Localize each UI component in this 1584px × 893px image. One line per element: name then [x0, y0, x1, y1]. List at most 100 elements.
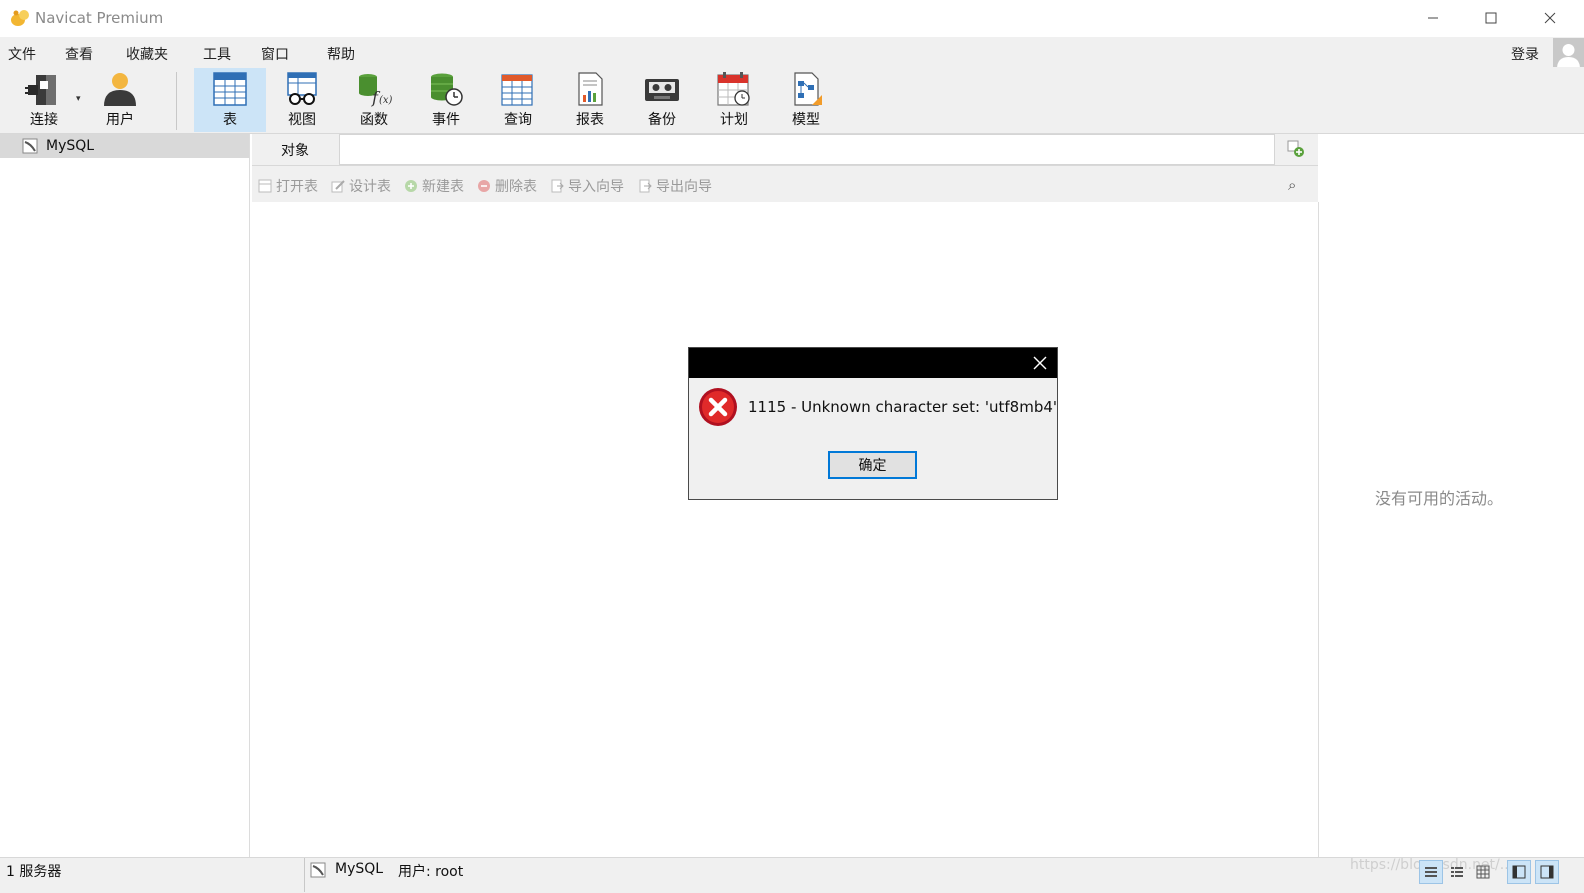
toolbar-function-button[interactable]: f (x) 函数: [338, 68, 410, 132]
detail-view-icon: [1451, 867, 1463, 877]
connection-plug-icon: [25, 75, 56, 105]
toolbar-label: 函数: [360, 112, 388, 128]
import-wizard-label: 导入向导: [568, 179, 624, 195]
maximize-button[interactable]: [1468, 0, 1514, 36]
error-message: 1115 - Unknown character set: 'utf8mb4': [748, 398, 1058, 416]
view-list-button[interactable]: [1419, 860, 1443, 884]
navicat-logo-icon: [10, 9, 30, 27]
no-activity-text: 没有可用的活动。: [1375, 489, 1504, 508]
mysql-connection-icon: [22, 138, 38, 154]
export-wizard-button[interactable]: 导出向导: [638, 176, 712, 196]
ok-button[interactable]: 确定: [828, 451, 917, 479]
search-icon[interactable]: ⌕: [1288, 176, 1296, 194]
view-detail-button[interactable]: [1445, 860, 1469, 884]
toolbar-label: 报表: [576, 112, 604, 128]
toolbar-label: 查询: [504, 112, 532, 128]
dialog-title-bar: [689, 348, 1057, 378]
svg-text:(x): (x): [379, 95, 393, 106]
toolbar-table-button[interactable]: 表: [194, 68, 266, 132]
query-icon: [501, 74, 533, 106]
toolbar-query-button[interactable]: 查询: [482, 68, 554, 132]
grid-view-icon: [1476, 865, 1490, 879]
delete-table-label: 删除表: [495, 179, 537, 195]
design-table-button[interactable]: 设计表: [331, 176, 391, 196]
user-icon: [104, 73, 136, 106]
nav-pane-icon: [1512, 865, 1526, 879]
status-divider: [304, 858, 305, 892]
backup-tape-icon: [645, 79, 679, 101]
tab-objects[interactable]: 对象: [252, 134, 338, 165]
toolbar-label: 连接: [30, 112, 58, 128]
function-icon: f (x): [359, 74, 393, 107]
new-tab-button[interactable]: [1275, 134, 1317, 164]
status-connection: MySQL: [335, 861, 384, 877]
schedule-calendar-icon: [717, 72, 750, 106]
table-icon: [213, 72, 247, 106]
toolbar-user-button[interactable]: 用户: [84, 68, 156, 132]
toolbar-schedule-button[interactable]: 计划: [698, 68, 770, 132]
nav-item-mysql[interactable]: MySQL: [0, 134, 249, 158]
new-table-button[interactable]: 新建表: [404, 176, 464, 196]
mysql-connection-icon: [310, 862, 326, 882]
add-tab-icon: [1287, 140, 1304, 157]
toolbar-model-button[interactable]: 模型: [770, 68, 842, 132]
open-table-icon: [258, 179, 272, 193]
minimize-button[interactable]: [1410, 0, 1456, 36]
design-table-icon: [331, 180, 345, 193]
new-table-label: 新建表: [422, 179, 464, 195]
connection-dropdown-arrow-icon[interactable]: ▾: [76, 94, 81, 104]
close-icon: [1033, 356, 1047, 370]
menu-tools[interactable]: 工具: [203, 44, 231, 64]
toolbar-label: 视图: [288, 112, 316, 128]
login-link[interactable]: 登录: [1511, 44, 1539, 64]
design-table-label: 设计表: [349, 179, 391, 195]
toolbar-report-button[interactable]: 报表: [554, 68, 626, 132]
toolbar-label: 表: [223, 112, 237, 128]
object-list-area[interactable]: [252, 202, 1319, 857]
menu-favorites[interactable]: 收藏夹: [126, 44, 168, 64]
toolbar-divider: [176, 72, 177, 130]
navigation-pane: [0, 134, 250, 857]
toolbar-backup-button[interactable]: 备份: [626, 68, 698, 132]
menu-file[interactable]: 文件: [8, 44, 36, 64]
toolbar-label: 计划: [720, 112, 748, 128]
title-bar: [0, 0, 1584, 38]
list-view-icon: [1425, 867, 1437, 877]
toolbar-label: 备份: [648, 112, 676, 128]
toolbar-label: 模型: [792, 112, 820, 128]
menu-bar: [0, 37, 1584, 67]
toolbar-event-button[interactable]: 事件: [410, 68, 482, 132]
event-clock-icon: [431, 73, 463, 106]
import-wizard-button[interactable]: 导入向导: [550, 176, 624, 196]
avatar[interactable]: [1553, 38, 1584, 69]
toggle-nav-pane-button[interactable]: [1507, 860, 1531, 884]
toggle-info-pane-button[interactable]: [1535, 860, 1559, 884]
close-window-button[interactable]: [1527, 0, 1573, 36]
delete-table-button[interactable]: 删除表: [477, 176, 537, 196]
view-glasses-icon: [287, 72, 317, 105]
info-pane-icon: [1540, 865, 1554, 879]
report-icon: [578, 72, 603, 106]
menu-window[interactable]: 窗口: [261, 44, 289, 64]
status-bar: [0, 857, 1584, 893]
window-title: Navicat Premium: [35, 9, 164, 27]
toolbar-label: 用户: [106, 112, 134, 128]
toolbar-view-button[interactable]: 视图: [266, 68, 338, 132]
toolbar-connection-button[interactable]: 连接: [8, 68, 80, 132]
open-table-button[interactable]: 打开表: [258, 176, 318, 196]
view-grid-button[interactable]: [1471, 860, 1495, 884]
menu-help[interactable]: 帮助: [327, 44, 355, 64]
model-icon: [794, 72, 822, 106]
server-count: 1 服务器: [6, 864, 62, 880]
delete-table-icon: [478, 180, 490, 192]
error-icon: [698, 387, 738, 431]
tab-filter-field[interactable]: [339, 134, 1275, 165]
toolbar-label: 事件: [432, 112, 460, 128]
export-wizard-label: 导出向导: [656, 179, 712, 195]
menu-view[interactable]: 查看: [65, 44, 93, 64]
import-icon: [551, 179, 564, 193]
nav-item-label: MySQL: [46, 138, 95, 154]
new-table-icon: [405, 180, 417, 192]
open-table-label: 打开表: [276, 179, 318, 195]
dialog-close-button[interactable]: [1024, 348, 1056, 378]
